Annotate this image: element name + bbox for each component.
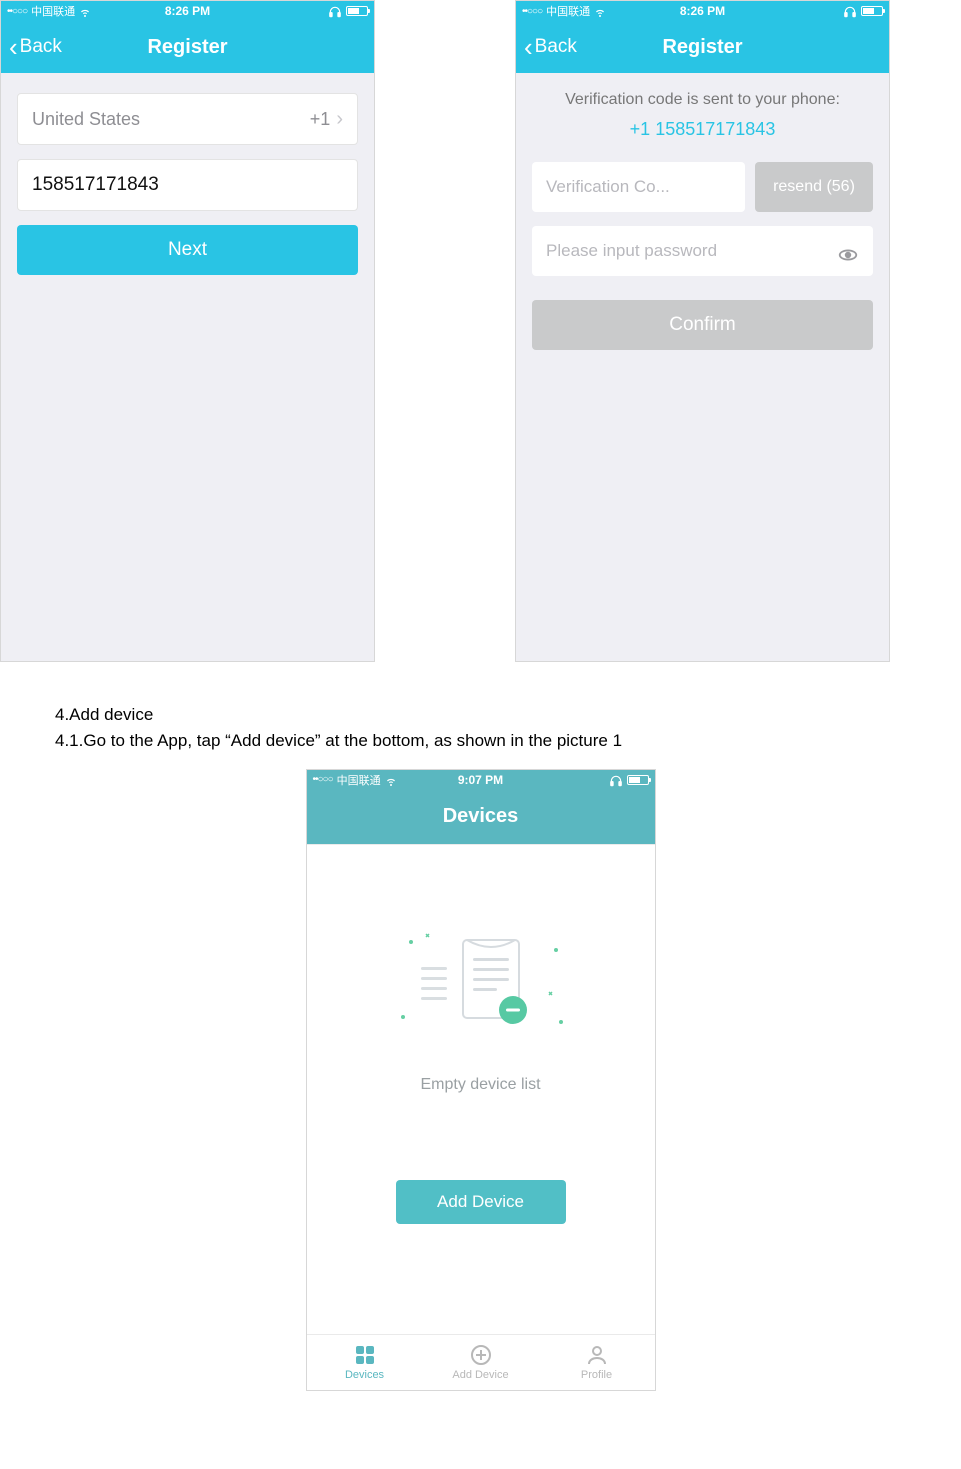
- tab-profile-label: Profile: [581, 1369, 612, 1381]
- battery-icon: [346, 6, 368, 16]
- chevron-right-icon: ›: [336, 108, 343, 131]
- add-device-label: Add Device: [437, 1192, 524, 1212]
- time-label: 8:26 PM: [680, 4, 725, 18]
- screenshot-register-phone: ••○○○ 中国联通 8:26 PM ‹ Back: [0, 0, 375, 662]
- add-device-button[interactable]: Add Device: [396, 1180, 566, 1224]
- tab-add-device-label: Add Device: [452, 1369, 508, 1381]
- password-placeholder: Please input password: [546, 241, 717, 261]
- doc-line-4-1: 4.1.Go to the App, tap “Add device” at t…: [55, 728, 961, 754]
- status-bar: ••○○○ 中国联通 9:07 PM: [307, 770, 655, 790]
- nav-bar: ‹ Back Register: [516, 21, 889, 73]
- empty-list-label: Empty device list: [420, 1076, 540, 1094]
- resend-button[interactable]: resend (56): [755, 162, 873, 212]
- status-bar: ••○○○ 中国联通 8:26 PM: [1, 1, 374, 21]
- doc-line-4-1-a: 4.1.Go to the App, tap: [55, 731, 225, 750]
- screenshot-devices: ••○○○ 中国联通 9:07 PM Devices: [306, 769, 656, 1391]
- country-selector[interactable]: United States +1 ›: [17, 93, 358, 145]
- confirm-label: Confirm: [669, 314, 736, 336]
- user-icon: [585, 1343, 609, 1367]
- time-label: 8:26 PM: [165, 4, 210, 18]
- next-button[interactable]: Next: [17, 225, 358, 275]
- password-input[interactable]: Please input password: [532, 226, 873, 276]
- page-title: Devices: [443, 805, 519, 828]
- confirm-button[interactable]: Confirm: [532, 300, 873, 350]
- verification-code-placeholder: Verification Co...: [546, 177, 670, 197]
- tab-profile[interactable]: Profile: [539, 1335, 655, 1390]
- battery-icon: [861, 6, 883, 16]
- battery-icon: [627, 775, 649, 785]
- time-label: 9:07 PM: [458, 773, 503, 787]
- doc-line-4: 4.Add device: [55, 702, 961, 728]
- plus-circle-icon: [469, 1343, 493, 1367]
- empty-illustration: [381, 922, 581, 1062]
- screenshot-register-verify: ••○○○ 中国联通 8:26 PM ‹ Back: [515, 0, 890, 662]
- verification-code-input[interactable]: Verification Co...: [532, 162, 745, 212]
- page-title: Register: [1, 36, 374, 59]
- tab-devices[interactable]: Devices: [307, 1335, 423, 1390]
- nav-bar: Devices: [307, 790, 655, 844]
- nav-bar: ‹ Back Register: [1, 21, 374, 73]
- doc-line-4-1-b: “Add device”: [225, 731, 320, 750]
- status-bar: ••○○○ 中国联通 8:26 PM: [516, 1, 889, 21]
- tab-add-device[interactable]: Add Device: [423, 1335, 539, 1390]
- country-name: United States: [32, 109, 310, 130]
- phone-number-value: 158517171843: [32, 174, 343, 196]
- tab-bar: Devices Add Device Profile: [307, 1334, 655, 1390]
- verification-phone: +1 158517171843: [516, 119, 889, 140]
- tab-devices-label: Devices: [345, 1369, 384, 1381]
- eye-icon[interactable]: [837, 244, 859, 258]
- dial-code: +1: [310, 109, 331, 130]
- verification-sent-text: Verification code is sent to your phone:: [516, 73, 889, 119]
- page-title: Register: [516, 36, 889, 59]
- doc-line-4-1-c: at the bottom, as shown in the picture 1: [325, 731, 622, 750]
- resend-label: resend (56): [773, 178, 855, 196]
- next-label: Next: [168, 239, 207, 261]
- phone-input[interactable]: 158517171843: [17, 159, 358, 211]
- grid-icon: [353, 1343, 377, 1367]
